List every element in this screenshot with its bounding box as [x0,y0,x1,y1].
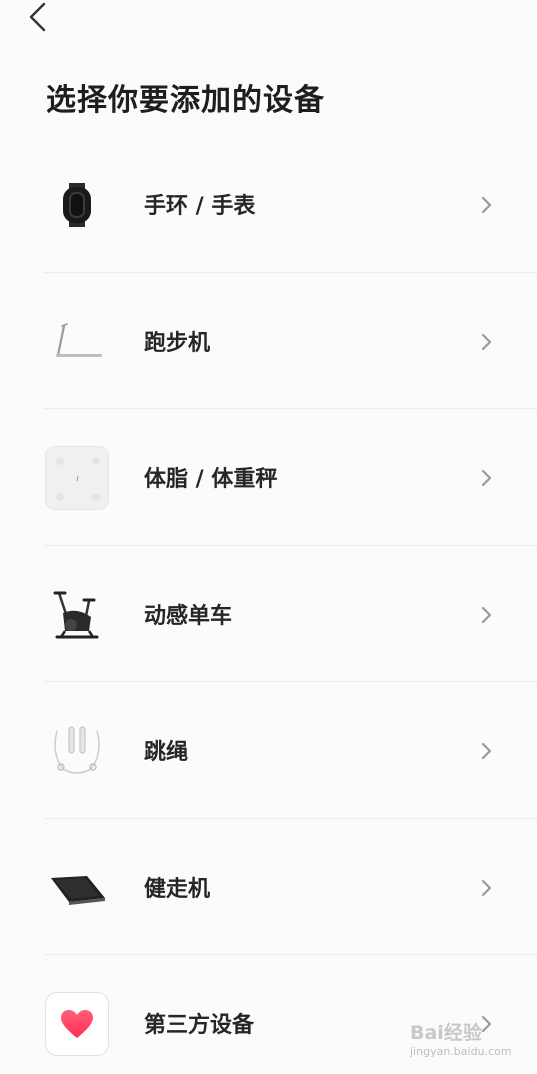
back-button[interactable] [24,0,54,34]
chevron-right-icon [481,1015,492,1033]
spin-bike-icon [44,582,110,648]
chevron-right-icon [481,606,492,623]
device-item-band[interactable]: 手环 / 手表 [0,136,537,273]
heart-icon [61,1010,93,1038]
chevron-left-icon [29,2,46,32]
treadmill-icon [44,309,110,375]
band-icon [44,172,110,238]
heart-app-icon [44,991,110,1057]
device-item-jump-rope[interactable]: 跳绳 [0,682,537,819]
device-item-walking-pad[interactable]: 健走机 [0,819,537,955]
chevron-right-icon [481,879,492,896]
device-item-spin-bike[interactable]: 动感单车 [0,546,537,682]
device-item-treadmill[interactable]: 跑步机 [0,273,537,409]
device-item-third-party[interactable]: 第三方设备 [0,955,537,1074]
chevron-right-icon [481,742,492,760]
device-label: 跳绳 [144,740,189,765]
device-label: 动感单车 [144,603,233,629]
scale-icon [44,445,110,511]
walking-pad-icon [44,855,110,921]
device-label: 健走机 [144,876,211,902]
device-item-scale[interactable]: 体脂 / 体重秤 [0,409,537,546]
chevron-right-icon [481,333,492,350]
jump-rope-icon [44,718,110,784]
chevron-right-icon [481,196,492,214]
device-label: 体脂 / 体重秤 [144,467,278,492]
chevron-right-icon [481,469,492,487]
device-label: 手环 / 手表 [144,194,256,219]
device-label: 跑步机 [144,330,211,356]
page-title: 选择你要添加的设备 [46,83,325,118]
device-list: 手环 / 手表 跑步机 体脂 / 体重秤 动感单车 跳绳 健走机 第三方设备 [0,136,537,1074]
device-label: 第三方设备 [144,1013,255,1038]
